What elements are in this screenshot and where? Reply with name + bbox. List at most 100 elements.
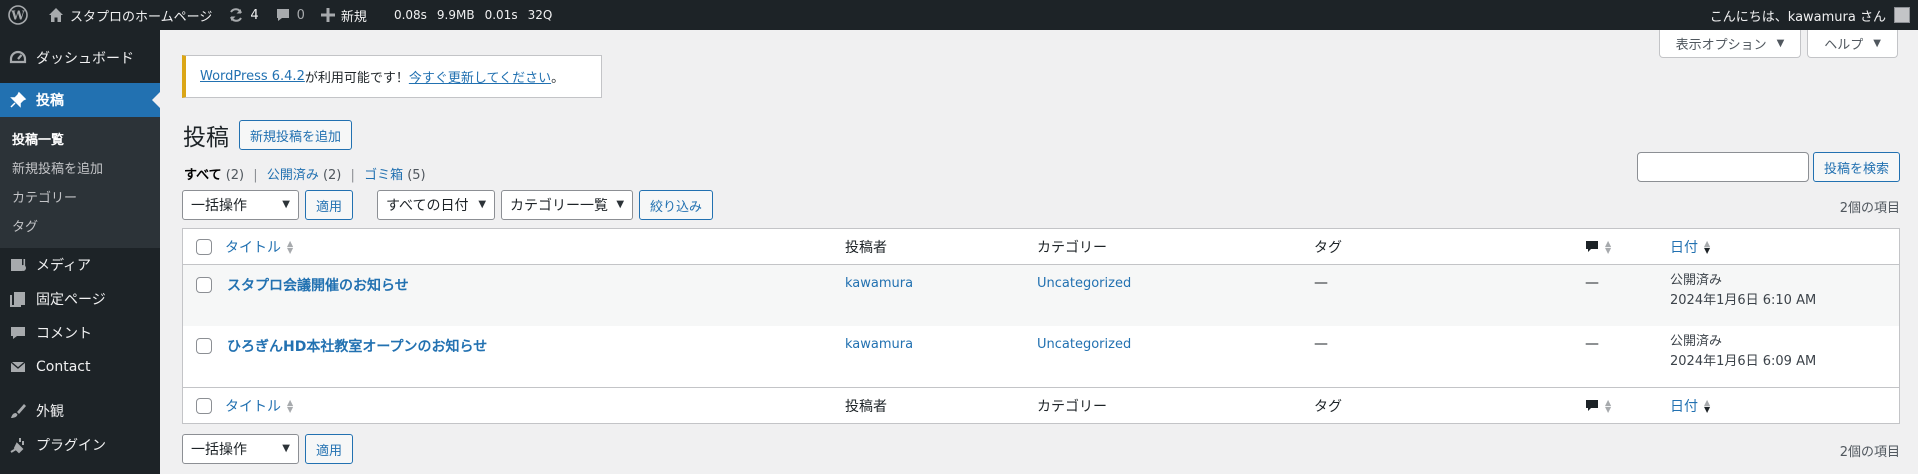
column-tags: タグ xyxy=(1314,398,1342,415)
post-status: 公開済み xyxy=(1670,334,1723,349)
mail-icon xyxy=(8,357,28,377)
comment-icon xyxy=(275,7,291,23)
menu-media[interactable]: メディア xyxy=(0,248,160,282)
svg-text:W: W xyxy=(10,9,25,23)
menu-appearance-label: 外観 xyxy=(36,404,64,420)
bulk-action-select[interactable]: 一括操作 ▼ xyxy=(182,434,299,464)
wordpress-logo-icon[interactable]: W xyxy=(0,0,40,30)
caret-down-icon: ▼ xyxy=(1873,38,1881,49)
main-content: 表示オプション ▼ ヘルプ ▼ WordPress 6.4.2 が利用可能です！… xyxy=(160,30,1918,474)
post-status: 公開済み xyxy=(1670,273,1723,288)
chevron-down-icon: ▼ xyxy=(282,443,290,454)
menu-posts[interactable]: 投稿 xyxy=(0,83,160,117)
category-link[interactable]: Uncategorized xyxy=(1037,276,1131,291)
column-title-label: タイトル xyxy=(225,239,281,256)
submenu-categories[interactable]: カテゴリー xyxy=(0,182,160,211)
tags-value: — xyxy=(1314,275,1328,291)
updates-link[interactable]: 4 xyxy=(220,0,266,30)
menu-plugins[interactable]: プラグイン xyxy=(0,428,160,462)
category-filter-select[interactable]: カテゴリー一覧 ▼ xyxy=(501,190,634,220)
comments-value: — xyxy=(1585,275,1599,291)
perf-db-time: 0.01s xyxy=(484,8,518,22)
post-title-link[interactable]: スタプロ会議開催のお知らせ xyxy=(225,278,409,294)
select-all-checkbox[interactable] xyxy=(196,397,212,414)
select-all-checkbox[interactable] xyxy=(196,238,212,255)
menu-plugins-label: プラグイン xyxy=(36,438,106,454)
update-notice: WordPress 6.4.2 が利用可能です！ 今すぐ更新してください 。 xyxy=(182,55,602,98)
comment-bubble-icon xyxy=(1585,240,1599,254)
menu-media-label: メディア xyxy=(36,258,92,274)
chevron-down-icon: ▼ xyxy=(616,199,625,210)
help-button[interactable]: ヘルプ ▼ xyxy=(1807,30,1898,58)
column-date[interactable]: 日付 ▲ ▼ xyxy=(1670,396,1899,416)
comments-link[interactable]: 0 xyxy=(267,0,313,30)
comment-bubble-icon xyxy=(1585,399,1599,413)
filter-button[interactable]: 絞り込み xyxy=(639,190,714,220)
author-link[interactable]: kawamura xyxy=(845,337,913,352)
items-count-top: 2個の項目 xyxy=(1839,201,1900,216)
view-trash-count: (5) xyxy=(407,168,426,183)
wordpress-version-link[interactable]: WordPress 6.4.2 xyxy=(200,69,305,84)
items-count-bottom: 2個の項目 xyxy=(1839,445,1900,460)
search-box: 投稿を検索 xyxy=(1636,152,1900,182)
submenu-add-new[interactable]: 新規投稿を追加 xyxy=(0,153,160,182)
menu-pages-label: 固定ページ xyxy=(36,292,106,308)
date-filter-value: すべての日付 xyxy=(386,198,469,214)
my-account-link[interactable]: こんにちは、kawamura さん xyxy=(1702,0,1918,30)
post-title-link[interactable]: ひろぎんHD本社教室オープンのお知らせ xyxy=(225,339,487,355)
perf-queries: 32Q xyxy=(527,8,553,22)
caret-down-icon: ▼ xyxy=(1776,38,1785,49)
bulk-action-value: 一括操作 xyxy=(191,442,247,458)
update-now-link[interactable]: 今すぐ更新してください xyxy=(409,67,551,86)
column-comments[interactable]: ▲ ▼ xyxy=(1585,239,1670,254)
updates-count: 4 xyxy=(250,7,259,23)
search-posts-button[interactable]: 投稿を検索 xyxy=(1812,152,1900,182)
submenu-tags[interactable]: タグ xyxy=(0,211,160,240)
comments-value: — xyxy=(1585,336,1599,352)
paintbrush-icon xyxy=(8,401,28,421)
submenu-all-posts[interactable]: 投稿一覧 xyxy=(0,124,160,153)
search-input[interactable] xyxy=(1636,152,1809,182)
apply-button[interactable]: 適用 xyxy=(305,434,354,464)
menu-comments-label: コメント xyxy=(36,326,92,342)
column-title[interactable]: タイトル ▲ ▼ xyxy=(225,396,845,416)
new-content-link[interactable]: 新規 xyxy=(313,0,375,30)
query-monitor-link[interactable]: 0.08s 9.9MB 0.01s 32Q xyxy=(375,0,565,30)
table-footer: タイトル ▲ ▼ 投稿者 カテゴリー タグ ▲ ▼ 日付 ▲ ▼ xyxy=(183,387,1899,423)
admin-bar: W スタプロのホームページ 4 0 新規 0.08s 9.9MB 0.01s 3… xyxy=(0,0,1918,30)
category-link[interactable]: Uncategorized xyxy=(1037,337,1131,352)
site-name-link[interactable]: スタプロのホームページ xyxy=(40,0,220,30)
column-title[interactable]: タイトル ▲ ▼ xyxy=(225,237,845,257)
apply-button[interactable]: 適用 xyxy=(305,190,354,220)
perf-time: 0.08s xyxy=(393,8,427,22)
screen-options-button[interactable]: 表示オプション ▼ xyxy=(1658,30,1802,58)
select-all-cell xyxy=(183,238,225,255)
menu-pages[interactable]: 固定ページ xyxy=(0,282,160,316)
column-date-label: 日付 xyxy=(1670,239,1698,256)
tags-value: — xyxy=(1314,336,1328,352)
column-author: 投稿者 xyxy=(845,239,887,256)
row-checkbox[interactable] xyxy=(196,277,212,293)
add-new-post-button[interactable]: 新規投稿を追加 xyxy=(239,120,353,150)
menu-dashboard[interactable]: ダッシュボード xyxy=(0,41,160,75)
date-filter-select[interactable]: すべての日付 ▼ xyxy=(377,190,496,220)
column-categories: カテゴリー xyxy=(1037,239,1107,256)
row-checkbox[interactable] xyxy=(196,338,212,354)
perf-memory: 9.9MB xyxy=(436,8,475,22)
column-comments[interactable]: ▲ ▼ xyxy=(1585,398,1670,413)
bulk-action-select[interactable]: 一括操作 ▼ xyxy=(182,190,299,220)
new-label: 新規 xyxy=(340,9,367,25)
tablenav-top: 一括操作 ▼ 適用 すべての日付 ▼ カテゴリー一覧 ▼ 絞り込み xyxy=(182,190,714,220)
menu-appearance[interactable]: 外観 xyxy=(0,394,160,428)
menu-comments[interactable]: コメント xyxy=(0,316,160,350)
page-icon xyxy=(8,289,28,309)
select-all-cell xyxy=(183,397,225,414)
help-label: ヘルプ xyxy=(1824,38,1864,53)
view-trash[interactable]: ゴミ箱 xyxy=(364,168,403,183)
menu-contact[interactable]: Contact xyxy=(0,350,160,384)
comments-count: 0 xyxy=(296,7,305,23)
column-date[interactable]: 日付 ▲ ▼ xyxy=(1670,237,1899,257)
author-link[interactable]: kawamura xyxy=(845,276,913,291)
view-published[interactable]: 公開済み xyxy=(267,168,319,183)
view-all[interactable]: すべて xyxy=(184,168,222,183)
